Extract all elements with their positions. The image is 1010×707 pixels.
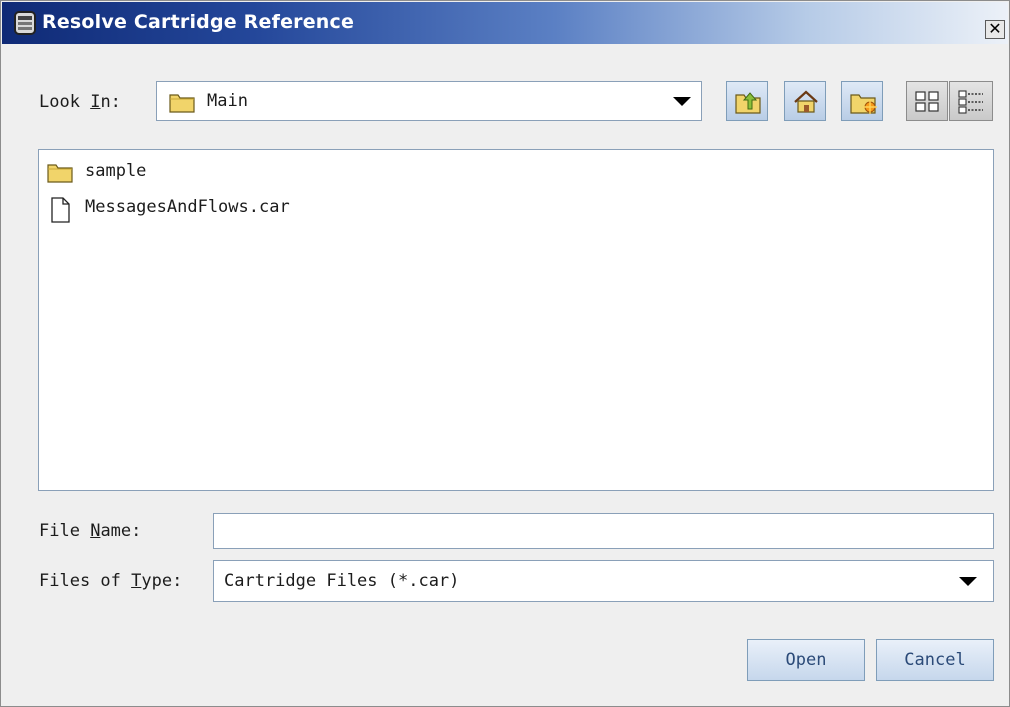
folder-icon	[47, 164, 73, 183]
file-name-input[interactable]	[213, 513, 994, 549]
files-of-type-value: Cartridge Files (*.car)	[224, 571, 460, 591]
look-in-label: Look In:	[39, 92, 121, 112]
cancel-button[interactable]: Cancel	[876, 639, 994, 681]
up-one-level-button[interactable]	[726, 81, 768, 121]
folder-icon	[169, 94, 195, 113]
open-button[interactable]: Open	[747, 639, 865, 681]
details-view-button[interactable]	[949, 81, 993, 121]
new-folder-button[interactable]	[841, 81, 883, 121]
home-icon	[794, 90, 818, 113]
list-item-label: sample	[85, 161, 147, 181]
look-in-dropdown[interactable]: Main	[156, 81, 702, 121]
list-view-button[interactable]	[906, 81, 948, 121]
window-title: Resolve Cartridge Reference	[42, 11, 355, 33]
cartridge-icon	[14, 11, 36, 35]
list-view-icon	[915, 91, 939, 112]
files-of-type-dropdown[interactable]: Cartridge Files (*.car)	[213, 560, 994, 602]
look-in-value: Main	[207, 91, 248, 111]
close-button[interactable]: ✕	[985, 20, 1005, 39]
file-name-label: File Name:	[39, 521, 142, 541]
chevron-down-icon[interactable]	[959, 577, 977, 586]
new-folder-icon	[850, 94, 877, 114]
list-item-label: MessagesAndFlows.car	[85, 197, 290, 217]
file-icon	[51, 197, 70, 223]
chevron-down-icon[interactable]	[673, 97, 691, 106]
resolve-cartridge-dialog: Resolve Cartridge Reference ✕ Look In: M…	[0, 0, 1010, 707]
close-icon: ✕	[988, 19, 1002, 38]
file-list[interactable]: sample MessagesAndFlows.car	[38, 149, 994, 491]
files-of-type-label: Files of Type:	[39, 571, 183, 591]
details-view-icon	[958, 90, 983, 114]
folder-up-icon	[735, 92, 761, 114]
title-bar[interactable]: Resolve Cartridge Reference ✕	[2, 2, 1008, 44]
home-button[interactable]	[784, 81, 826, 121]
